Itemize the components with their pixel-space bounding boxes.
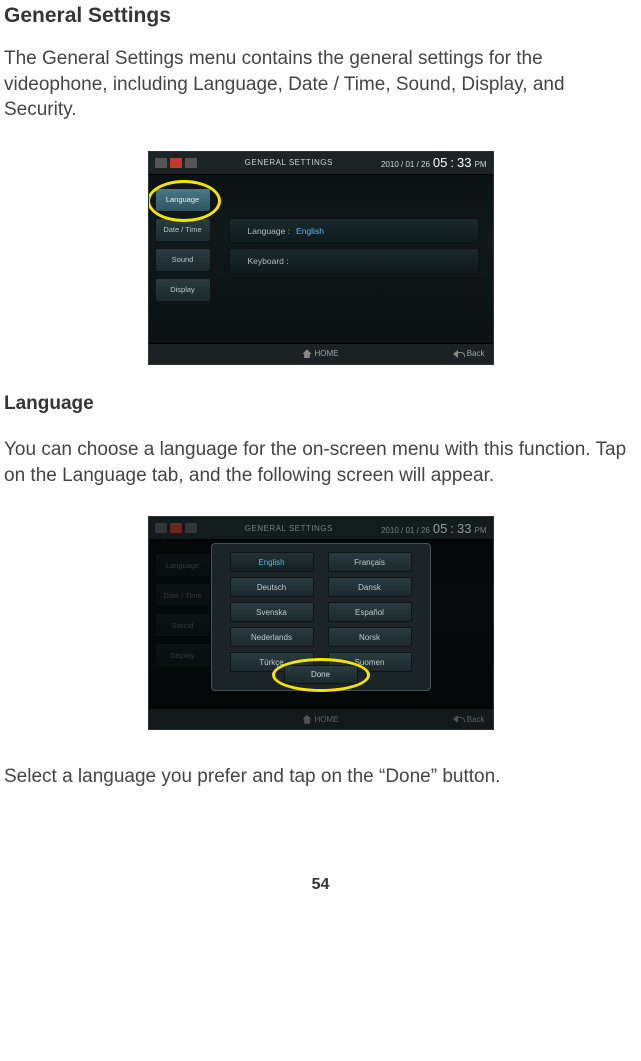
language-option-francais[interactable]: Français — [328, 552, 412, 572]
status-title: GENERAL SETTINGS — [245, 524, 333, 533]
row-language[interactable]: Language : English — [229, 218, 479, 244]
home-icon — [303, 349, 312, 358]
back-icon — [453, 715, 465, 723]
figure-1: GENERAL SETTINGS 2010 / 01 / 26 05 : 33 … — [4, 151, 637, 365]
intro-text: The General Settings menu contains the g… — [4, 46, 637, 123]
language-option-deutsch[interactable]: Deutsch — [230, 577, 314, 597]
section-title-language: Language — [4, 393, 637, 415]
status-icon — [170, 158, 182, 168]
language-option-english[interactable]: English — [230, 552, 314, 572]
status-icon — [155, 158, 167, 168]
language-option-nederlands[interactable]: Nederlands — [230, 627, 314, 647]
device-screen-2: GENERAL SETTINGS 2010 / 01 / 26 05 : 33 … — [148, 516, 494, 730]
done-button[interactable]: Done — [284, 665, 358, 684]
page-number: 54 — [4, 876, 637, 894]
language-option-espanol[interactable]: Español — [328, 602, 412, 622]
tab-language[interactable]: Language — [155, 188, 211, 212]
home-button[interactable]: HOME — [303, 715, 339, 724]
status-icon — [155, 523, 167, 533]
closing-text: Select a language you prefer and tap on … — [4, 764, 637, 790]
tab-date-time[interactable]: Date / Time — [155, 218, 211, 242]
home-button[interactable]: HOME — [303, 349, 339, 358]
language-option-svenska[interactable]: Svenska — [230, 602, 314, 622]
status-icon — [170, 523, 182, 533]
status-clock: 2010 / 01 / 26 05 : 33 PM — [381, 521, 487, 536]
section-text-language: You can choose a language for the on-scr… — [4, 437, 637, 488]
language-option-dansk[interactable]: Dansk — [328, 577, 412, 597]
home-icon — [303, 715, 312, 724]
status-bar: GENERAL SETTINGS 2010 / 01 / 26 05 : 33 … — [149, 517, 493, 540]
back-button[interactable]: Back — [453, 715, 485, 724]
status-icon — [185, 523, 197, 533]
status-bar: GENERAL SETTINGS 2010 / 01 / 26 05 : 33 … — [149, 152, 493, 175]
tab-display[interactable]: Display — [155, 278, 211, 302]
language-popup: English Français Deutsch Dansk Svenska E… — [211, 543, 431, 691]
status-icon — [185, 158, 197, 168]
row-keyboard[interactable]: Keyboard : — [229, 248, 479, 274]
language-option-norsk[interactable]: Norsk — [328, 627, 412, 647]
row-value: English — [296, 226, 324, 236]
row-label: Keyboard : — [248, 256, 289, 266]
back-button[interactable]: Back — [453, 349, 485, 358]
row-label: Language : — [248, 226, 291, 236]
back-icon — [453, 350, 465, 358]
figure-2: GENERAL SETTINGS 2010 / 01 / 26 05 : 33 … — [4, 516, 637, 730]
bottom-bar: HOME Back — [149, 708, 493, 729]
status-clock: 2010 / 01 / 26 05 : 33 PM — [381, 155, 487, 170]
page-title: General Settings — [4, 4, 637, 28]
tab-sound[interactable]: Sound — [155, 248, 211, 272]
device-screen-1: GENERAL SETTINGS 2010 / 01 / 26 05 : 33 … — [148, 151, 494, 365]
bottom-bar: HOME Back — [149, 343, 493, 364]
status-title: GENERAL SETTINGS — [245, 158, 333, 167]
